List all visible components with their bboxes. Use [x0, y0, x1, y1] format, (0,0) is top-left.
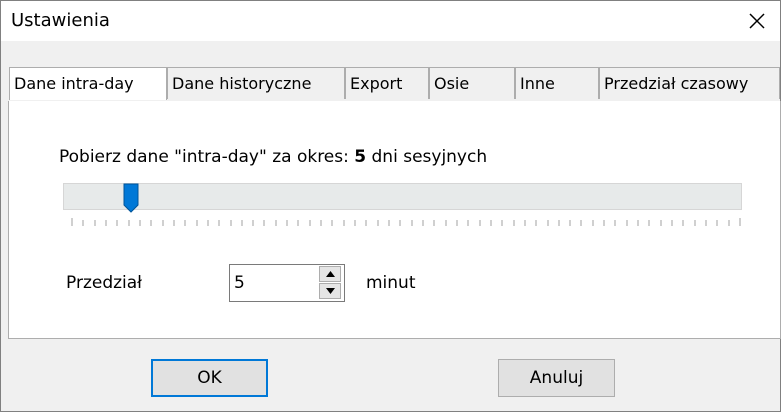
cancel-button[interactable]: Anuluj	[498, 359, 615, 397]
tab-dane-intra-day[interactable]: Dane intra-day	[9, 67, 167, 100]
tab-przedzial-czasowy[interactable]: Przedział czasowy	[599, 67, 780, 99]
tab-dane-historyczne[interactable]: Dane historyczne	[167, 67, 345, 99]
period-info-suffix: dni sesyjnych	[366, 147, 488, 167]
arrow-down-icon	[325, 288, 335, 294]
days-slider-thumb[interactable]	[123, 183, 139, 213]
tab-export[interactable]: Export	[345, 67, 429, 99]
arrow-up-icon	[325, 271, 335, 277]
title-bar: Ustawienia	[1, 1, 780, 41]
spinner-up-button[interactable]	[319, 266, 341, 282]
days-slider-track[interactable]	[63, 183, 742, 210]
spinner-down-button[interactable]	[319, 283, 341, 299]
settings-dialog: Ustawienia Dane intra-day Dane historycz…	[0, 0, 781, 412]
tab-inne[interactable]: Inne	[515, 67, 599, 99]
close-icon	[749, 13, 765, 29]
interval-spinner	[229, 264, 345, 302]
window-title: Ustawienia	[11, 10, 110, 31]
interval-input[interactable]	[234, 271, 314, 295]
close-button[interactable]	[734, 1, 780, 41]
tab-osie[interactable]: Osie	[429, 67, 515, 99]
spinner-buttons	[319, 266, 343, 300]
interval-label: Przedział	[66, 273, 143, 293]
period-info-prefix: Pobierz dane "intra-day" za okres:	[59, 147, 355, 167]
period-days-value: 5	[354, 147, 367, 167]
interval-unit-label: minut	[366, 273, 416, 293]
slider-ticks	[71, 218, 741, 226]
ok-button[interactable]: OK	[151, 359, 268, 397]
period-info-text: Pobierz dane "intra-day" za okres: 5 dni…	[59, 147, 487, 167]
